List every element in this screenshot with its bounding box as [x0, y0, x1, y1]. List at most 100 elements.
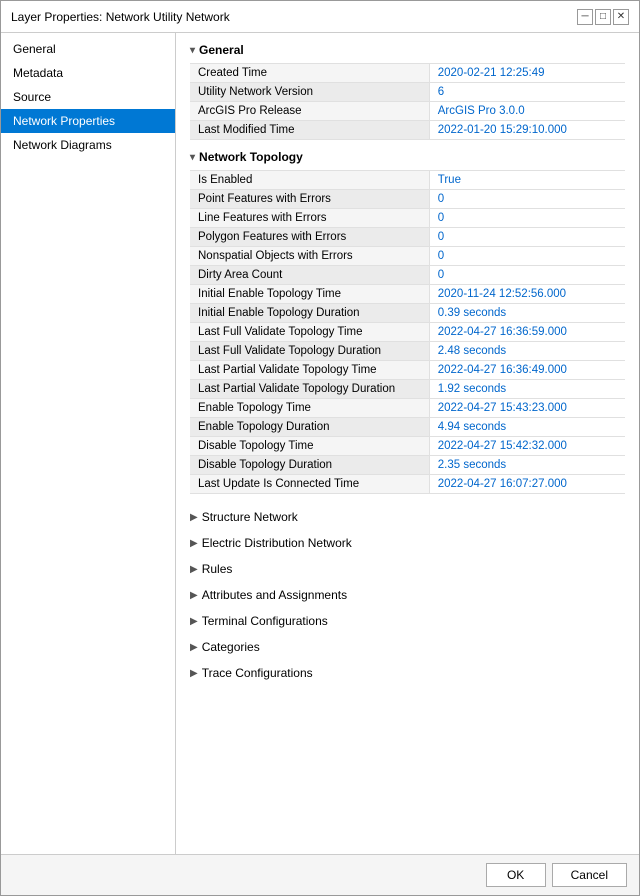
collapsed-section-item[interactable]: ▶Rules: [190, 556, 625, 582]
chevron-collapsed-icon: ▶: [190, 538, 198, 549]
collapsed-section-label: Structure Network: [202, 510, 298, 524]
prop-key: Nonspatial Objects with Errors: [190, 247, 429, 266]
collapsed-section-label: Trace Configurations: [202, 666, 313, 680]
collapsed-section-label: Attributes and Assignments: [202, 588, 347, 602]
section-topology-header[interactable]: ▾ Network Topology: [190, 150, 625, 164]
prop-value: 4.94 seconds: [429, 418, 625, 437]
close-button[interactable]: ✕: [613, 9, 629, 25]
chevron-collapsed-icon: ▶: [190, 668, 198, 679]
prop-value: 2022-04-27 15:42:32.000: [429, 437, 625, 456]
prop-key: Initial Enable Topology Duration: [190, 304, 429, 323]
prop-key: Last Partial Validate Topology Duration: [190, 380, 429, 399]
collapsed-section-item[interactable]: ▶ Categories: [190, 634, 625, 660]
prop-key: Last Full Validate Topology Time: [190, 323, 429, 342]
prop-key: Last Full Validate Topology Duration: [190, 342, 429, 361]
prop-value: 0.39 seconds: [429, 304, 625, 323]
collapsed-section-item[interactable]: ▶ Terminal Configurations: [190, 608, 625, 634]
dialog: Layer Properties: Network Utility Networ…: [0, 0, 640, 896]
prop-value: 0: [429, 266, 625, 285]
table-row: Last Full Validate Topology Time2022-04-…: [190, 323, 625, 342]
prop-key: Initial Enable Topology Time: [190, 285, 429, 304]
prop-value: 0: [429, 209, 625, 228]
ok-button[interactable]: OK: [486, 863, 546, 887]
prop-value: 2022-01-20 15:29:10.000: [429, 121, 625, 140]
section-general-label: General: [199, 43, 244, 57]
sidebar-item-source[interactable]: Source: [1, 85, 175, 109]
prop-value: 1.92 seconds: [429, 380, 625, 399]
table-row: Last Full Validate Topology Duration2.48…: [190, 342, 625, 361]
collapsed-section-label: Rules: [202, 562, 233, 576]
prop-key: Last Update Is Connected Time: [190, 475, 429, 494]
cancel-button[interactable]: Cancel: [552, 863, 627, 887]
prop-value: True: [429, 171, 625, 190]
table-row: Polygon Features with Errors0: [190, 228, 625, 247]
prop-value: 2.35 seconds: [429, 456, 625, 475]
prop-key: Disable Topology Time: [190, 437, 429, 456]
table-row: Enable Topology Time2022-04-27 15:43:23.…: [190, 399, 625, 418]
content-area: ▾ General Created Time2020-02-21 12:25:4…: [176, 33, 639, 854]
maximize-button[interactable]: □: [595, 9, 611, 25]
table-row: Point Features with Errors0: [190, 190, 625, 209]
section-general-header[interactable]: ▾ General: [190, 43, 625, 57]
sidebar-item-network-diagrams[interactable]: Network Diagrams: [1, 133, 175, 157]
prop-value: 2022-04-27 15:43:23.000: [429, 399, 625, 418]
table-row: Is EnabledTrue: [190, 171, 625, 190]
chevron-collapsed-icon: ▶: [190, 512, 198, 523]
chevron-general-icon: ▾: [190, 45, 195, 56]
table-row: Last Partial Validate Topology Time2022-…: [190, 361, 625, 380]
collapsed-section-label: Electric Distribution Network: [202, 536, 352, 550]
sidebar-item-metadata[interactable]: Metadata: [1, 61, 175, 85]
prop-value: 2020-02-21 12:25:49: [429, 64, 625, 83]
title-bar-controls: ─ □ ✕: [577, 9, 629, 25]
collapsed-section-label: Categories: [202, 640, 260, 654]
table-row: ArcGIS Pro ReleaseArcGIS Pro 3.0.0: [190, 102, 625, 121]
prop-key: Created Time: [190, 64, 429, 83]
section-topology-label: Network Topology: [199, 150, 303, 164]
prop-value: 0: [429, 190, 625, 209]
prop-value: ArcGIS Pro 3.0.0: [429, 102, 625, 121]
table-row: Last Partial Validate Topology Duration1…: [190, 380, 625, 399]
table-row: Nonspatial Objects with Errors0: [190, 247, 625, 266]
prop-value: 6: [429, 83, 625, 102]
prop-value: 2022-04-27 16:36:59.000: [429, 323, 625, 342]
topology-table: Is EnabledTruePoint Features with Errors…: [190, 170, 625, 494]
prop-key: Polygon Features with Errors: [190, 228, 429, 247]
prop-value: 2022-04-27 16:36:49.000: [429, 361, 625, 380]
collapsed-section-label: Terminal Configurations: [202, 614, 328, 628]
prop-key: Enable Topology Duration: [190, 418, 429, 437]
table-row: Disable Topology Time2022-04-27 15:42:32…: [190, 437, 625, 456]
collapsed-section-item[interactable]: ▶ Electric Distribution Network: [190, 530, 625, 556]
prop-value: 0: [429, 228, 625, 247]
table-row: Created Time2020-02-21 12:25:49: [190, 64, 625, 83]
prop-key: Disable Topology Duration: [190, 456, 429, 475]
prop-value: 2.48 seconds: [429, 342, 625, 361]
chevron-collapsed-icon: ▶: [190, 616, 198, 627]
prop-value: 0: [429, 247, 625, 266]
prop-key: Enable Topology Time: [190, 399, 429, 418]
table-row: Last Modified Time2022-01-20 15:29:10.00…: [190, 121, 625, 140]
collapsed-section-item[interactable]: ▶ Trace Configurations: [190, 660, 625, 686]
prop-key: Line Features with Errors: [190, 209, 429, 228]
collapsed-section-item[interactable]: ▶ Structure Network: [190, 504, 625, 530]
prop-key: Utility Network Version: [190, 83, 429, 102]
minimize-button[interactable]: ─: [577, 9, 593, 25]
prop-key: Last Partial Validate Topology Time: [190, 361, 429, 380]
prop-key: ArcGIS Pro Release: [190, 102, 429, 121]
footer: OK Cancel: [1, 854, 639, 895]
table-row: Last Update Is Connected Time2022-04-27 …: [190, 475, 625, 494]
table-row: Disable Topology Duration2.35 seconds: [190, 456, 625, 475]
prop-key: Dirty Area Count: [190, 266, 429, 285]
sidebar-item-network-properties[interactable]: Network Properties: [1, 109, 175, 133]
prop-value: 2022-04-27 16:07:27.000: [429, 475, 625, 494]
general-table: Created Time2020-02-21 12:25:49Utility N…: [190, 63, 625, 140]
sidebar-item-general[interactable]: General: [1, 37, 175, 61]
main-content: General Metadata Source Network Properti…: [1, 33, 639, 854]
table-row: Initial Enable Topology Time2020-11-24 1…: [190, 285, 625, 304]
prop-key: Is Enabled: [190, 171, 429, 190]
collapsed-section-item[interactable]: ▶ Attributes and Assignments: [190, 582, 625, 608]
prop-value: 2020-11-24 12:52:56.000: [429, 285, 625, 304]
chevron-collapsed-icon: ▶: [190, 590, 198, 601]
chevron-collapsed-icon: ▶: [190, 642, 198, 653]
table-row: Enable Topology Duration4.94 seconds: [190, 418, 625, 437]
table-row: Line Features with Errors0: [190, 209, 625, 228]
